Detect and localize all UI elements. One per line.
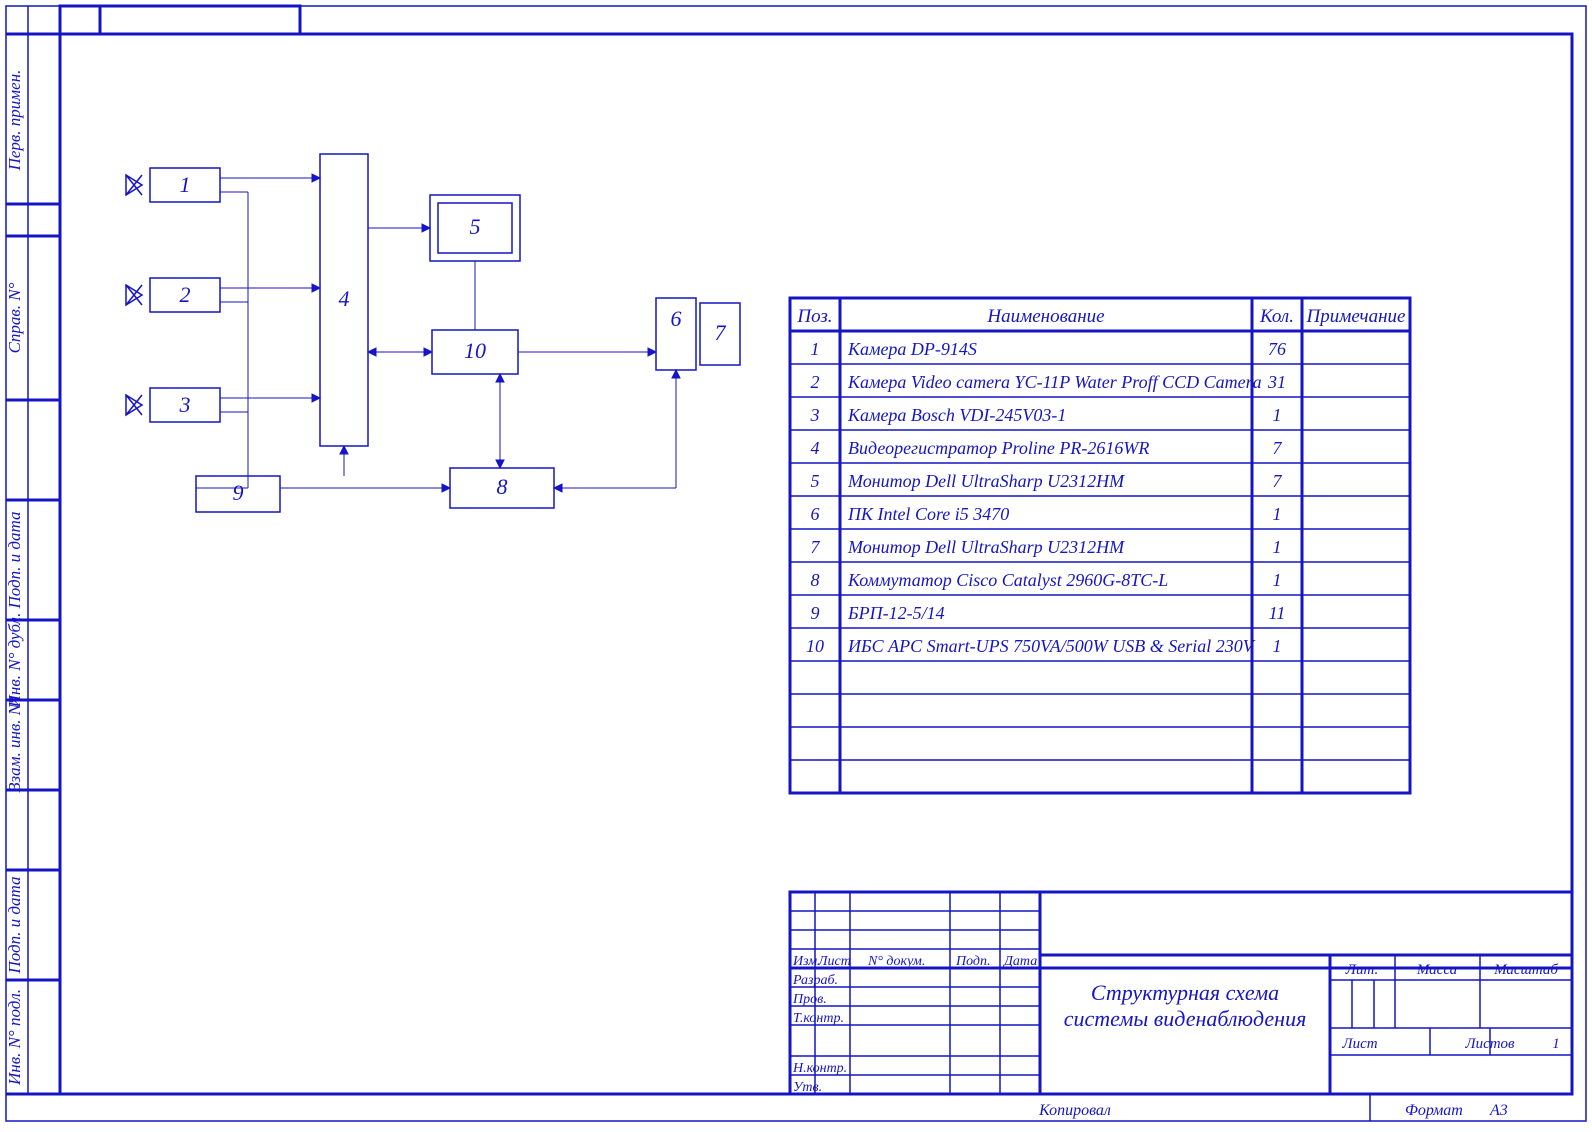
tb-razrab: Разраб. [792,973,838,988]
cell-qty: 1 [1273,504,1282,524]
camera-icon-1 [126,175,142,195]
b9-label: 9 [233,480,244,505]
cell-qty: 11 [1269,603,1286,623]
top-tab-1 [60,6,100,34]
cell-qty: 31 [1267,372,1286,392]
cell-pos: 3 [810,405,820,425]
b4-label: 4 [339,286,350,311]
tb-utv: Утв. [793,1080,822,1095]
cell-qty: 1 [1273,636,1282,656]
b10-label: 10 [464,338,486,363]
camera-icon-2 [126,285,142,305]
tb-prov: Пров. [792,992,827,1007]
cell-name: Коммутатор Cisco Catalyst 2960G-8TC-L [847,570,1168,590]
b8-label: 8 [497,474,508,499]
th-pos: Поз. [796,306,832,327]
cell-name: Монитор Dell UltraSharp U2312HM [847,537,1125,557]
tb-ndoc: N° докум. [867,954,925,969]
cell-pos: 4 [811,438,820,458]
tb-izm: Изм. [792,954,821,969]
cell-pos: 9 [811,603,820,623]
block-diagram: 1 2 3 4 5 6 7 8 9 10 [126,154,740,512]
cell-qty: 1 [1273,405,1282,425]
parts-table: Поз. Наименование Кол. Примечание 1 Камер… [790,298,1410,793]
tb-data: Дата [1002,954,1037,969]
camera-icon-3 [126,395,142,415]
cell-name: Монитор Dell UltraSharp U2312HM [847,471,1125,491]
tb-listov-n: 1 [1552,1036,1560,1052]
cell-name: Камера Bosch VDI-245V03-1 [847,405,1066,425]
cell-name: ПК Intel Core i5 3470 [847,504,1009,524]
side-vzam: Взам. инв. N° [5,697,24,793]
b3-label: 3 [179,392,191,417]
tb-list2: Лист [1341,1036,1377,1052]
title-block: Изм. Лист N° докум. Подп. Дата Разраб. П… [790,892,1572,1095]
footer-a3: A3 [1489,1102,1508,1119]
cell-pos: 2 [811,372,820,392]
side-invd: Инв. N° дубл. [5,613,24,709]
footer-kopiroval: Копировал [1038,1102,1111,1119]
cell-qty: 7 [1273,438,1283,458]
side-perv: Перв. примен. [5,70,24,172]
footer-format: Формат [1405,1102,1463,1119]
cell-pos: 7 [811,537,821,557]
tb-listov: Листов [1464,1036,1515,1052]
side-podp1: Подп. и дата [5,512,24,610]
tb-massa: Масса [1416,962,1457,978]
tb-nkontr: Н.контр. [792,1061,847,1076]
title-line-2: системы виденаблюдения [1064,1006,1307,1031]
th-note: Примечание [1306,306,1406,327]
b7-label: 7 [715,320,727,345]
cell-name: ИБС APC Smart-UPS 750VA/500W USB & Seria… [847,636,1256,656]
tb-list: Лист [817,954,851,969]
cell-qty: 76 [1268,339,1286,359]
tb-masht: Масштаб [1493,962,1558,978]
tb-tkontr: Т.контр. [793,1011,844,1026]
b5-label: 5 [470,214,481,239]
side-invp: Инв. N° подл. [5,989,24,1086]
cell-qty: 1 [1273,570,1282,590]
b6-label: 6 [671,306,682,331]
th-name: Наименование [986,306,1104,327]
side-podp2: Подп. и дата [5,877,24,975]
b1-label: 1 [180,172,191,197]
cell-name: Видеорегистратор Proline PR-2616WR [848,438,1149,458]
top-tab-2 [100,6,300,34]
th-qty: Кол. [1259,306,1294,327]
title-line-1: Структурная схема [1091,980,1279,1005]
b2-label: 2 [180,282,191,307]
cell-pos: 6 [811,504,820,524]
cell-name: Камера DP-914S [847,339,977,359]
cell-name: Камера Video camera YC-11P Water Proff C… [847,372,1262,392]
cell-pos: 5 [811,471,820,491]
cell-name: БРП-12-5/14 [847,603,945,623]
side-sprav: Справ. N° [5,282,24,353]
cell-qty: 1 [1273,537,1282,557]
cell-qty: 7 [1273,471,1283,491]
cell-pos: 1 [811,339,820,359]
tb-lit: Лит. [1345,962,1378,978]
cell-pos: 10 [806,636,824,656]
cell-pos: 8 [811,570,820,590]
tb-podp: Подп. [955,954,991,969]
inner-frame [60,34,1572,1094]
